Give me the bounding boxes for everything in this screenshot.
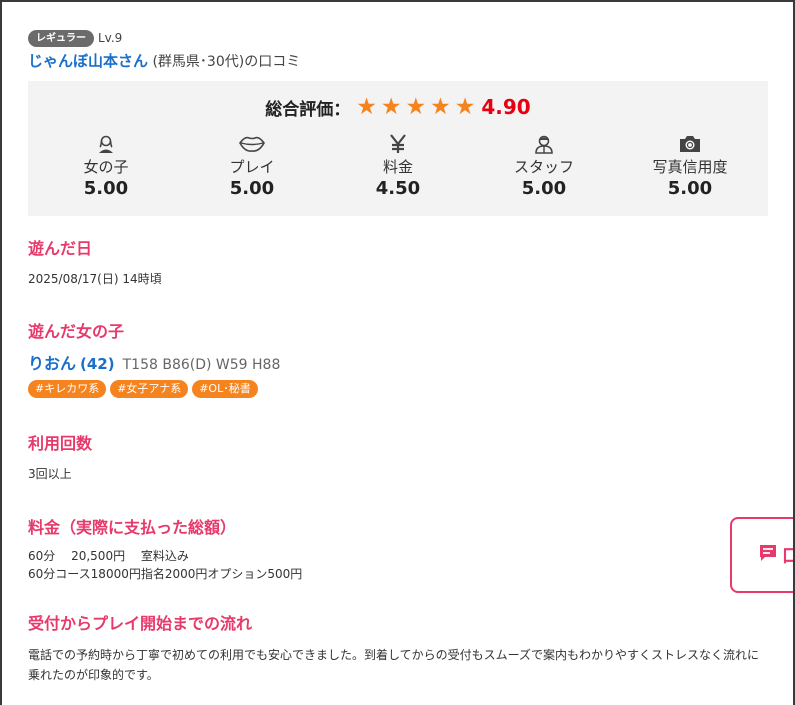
floating-button-label: 口: [782, 542, 793, 568]
category-girl: 女の子 5.00: [33, 133, 179, 201]
staff-icon: [471, 133, 617, 155]
rating-panel: 総合評価： ★ ★ ★ ★ ★ 4.90 女の子 5.00 プレイ 5.00 料…: [28, 81, 768, 216]
visit-date-value: 2025/08/17(日) 14時頃: [28, 272, 162, 286]
section-title: 利用回数: [28, 434, 93, 453]
woman-icon: [33, 133, 179, 155]
star-icon: ★: [430, 94, 451, 120]
page-frame: レギュラー Lv.9 じゃんぼ山本さん (群馬県･30代)の口コミ 総合評価： …: [0, 0, 795, 705]
girl-name-link[interactable]: りおん: [28, 350, 76, 374]
section-girl: 遊んだ女の子 りおん (42) T158 B86(D) W59 H88 #キレカ…: [28, 321, 770, 398]
girl-measurements: T158 B86(D) W59 H88: [122, 357, 281, 373]
price-line-1: 60分 20,500円 室料込み: [28, 549, 189, 563]
price-line-2: 60分コース18000円指名2000円オプション500円: [28, 567, 303, 581]
overall-rating-label: 総合評価：: [265, 99, 351, 120]
category-label: 写真信用度: [652, 158, 728, 176]
category-score: 4.50: [375, 178, 421, 199]
section-visit-date: 遊んだ日 2025/08/17(日) 14時頃: [28, 238, 770, 288]
section-title: 料金（実際に支払った総額）: [28, 518, 237, 537]
reviewer-level: Lv.9: [98, 31, 123, 45]
section-flow: 受付からプレイ開始までの流れ 電話での予約時から丁寧で初めての利用でも安心できま…: [28, 613, 770, 685]
star-icon: ★: [380, 94, 402, 120]
category-label: 料金: [382, 158, 413, 176]
category-score: 5.00: [229, 178, 275, 199]
star-icon: ★: [454, 94, 476, 120]
yen-icon: [325, 133, 471, 155]
category-label: スタッフ: [513, 158, 574, 176]
comment-icon: [758, 543, 778, 567]
star-icon: ★: [356, 94, 377, 120]
usage-value: 3回以上: [28, 467, 72, 481]
girl-age: (42): [80, 355, 115, 373]
category-score: 5.00: [667, 178, 713, 199]
tag-announcer[interactable]: #女子アナ系: [110, 380, 189, 398]
category-ratings: 女の子 5.00 プレイ 5.00 料金 4.50 スタッフ 5.00 写真信用…: [33, 133, 763, 201]
category-label: 女の子: [83, 158, 129, 176]
girl-tags: #キレカワ系 #女子アナ系 #OL･秘書: [28, 380, 770, 398]
girl-info: りおん (42) T158 B86(D) W59 H88: [28, 350, 770, 374]
category-score: 5.00: [83, 178, 129, 199]
overall-rating: 総合評価： ★ ★ ★ ★ ★ 4.90: [28, 93, 768, 121]
flow-text: 電話での予約時から丁寧で初めての利用でも安心できました。到着してからの受付もスム…: [28, 648, 760, 682]
star-rating: ★ ★ ★ ★ ★: [356, 95, 475, 119]
category-staff: スタッフ 5.00: [471, 133, 617, 201]
reviewer-line: じゃんぼ山本さん (群馬県･30代)の口コミ: [28, 51, 770, 72]
lips-icon: [179, 133, 325, 155]
reviewer-name-link[interactable]: じゃんぼ山本さん: [28, 52, 148, 70]
tag-ol-secretary[interactable]: #OL･秘書: [192, 380, 258, 398]
star-icon: ★: [405, 94, 427, 120]
rank-badge: レギュラー: [28, 29, 94, 47]
review-content: レギュラー Lv.9 じゃんぼ山本さん (群馬県･30代)の口コミ 総合評価： …: [28, 28, 770, 685]
overall-score: 4.90: [481, 95, 531, 119]
reviewer-meta: レギュラー Lv.9: [28, 28, 770, 48]
section-title: 遊んだ日: [28, 239, 93, 258]
category-price: 料金 4.50: [325, 133, 471, 201]
section-title: 遊んだ女の子: [28, 322, 125, 341]
section-title: 受付からプレイ開始までの流れ: [28, 614, 253, 633]
reviewer-info: (群馬県･30代)の口コミ: [148, 54, 301, 70]
tag-kirekawa[interactable]: #キレカワ系: [28, 380, 107, 398]
section-price: 料金（実際に支払った総額） 60分 20,500円 室料込み 60分コース180…: [28, 517, 770, 583]
category-label: プレイ: [229, 158, 275, 176]
camera-icon: [617, 133, 763, 155]
category-photo: 写真信用度 5.00: [617, 133, 763, 201]
category-play: プレイ 5.00: [179, 133, 325, 201]
post-review-floating-button[interactable]: 口: [730, 517, 793, 593]
category-score: 5.00: [521, 178, 567, 199]
section-usage: 利用回数 3回以上: [28, 433, 770, 483]
